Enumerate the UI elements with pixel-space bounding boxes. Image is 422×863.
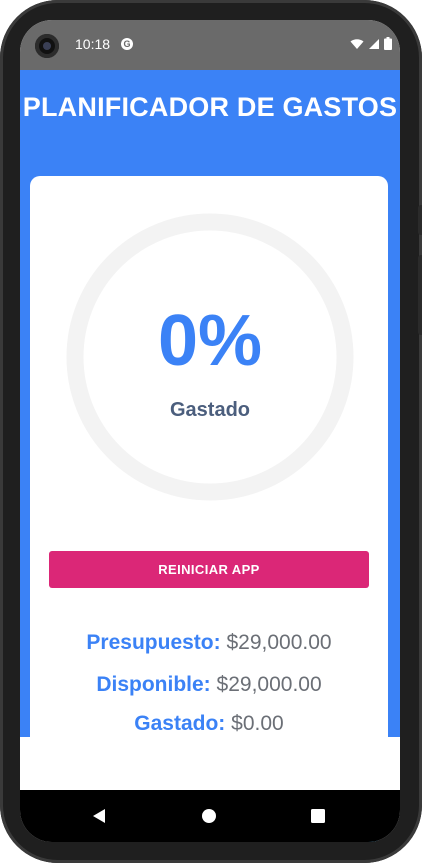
phone-frame: 10:18 G PLANIFICADOR DE GASTOS 0% Gastad… — [0, 0, 422, 863]
back-button[interactable] — [87, 804, 111, 828]
status-icons — [350, 37, 392, 50]
recents-icon — [311, 809, 325, 823]
status-time: 10:18 — [75, 36, 111, 52]
home-button[interactable] — [197, 804, 221, 828]
home-icon — [202, 809, 216, 823]
available-value: $29,000.00 — [216, 673, 322, 696]
available-row: Disponible: $29,000.00 — [30, 673, 388, 697]
progress-caption: Gastado — [169, 399, 251, 421]
progress-percentage: 0% — [157, 301, 263, 381]
status-bar: 10:18 G — [20, 20, 400, 70]
budget-row: Presupuesto: $29,000.00 — [30, 631, 388, 655]
volume-button — [418, 205, 422, 235]
signal-icon — [369, 38, 379, 49]
budget-card: 0% Gastado REINICIAR APP Presupuesto: $2… — [30, 176, 388, 842]
budget-value: $29,000.00 — [226, 631, 332, 654]
app-content: PLANIFICADOR DE GASTOS 0% Gastado REINIC… — [20, 70, 400, 842]
page-title: PLANIFICADOR DE GASTOS — [22, 92, 398, 122]
camera-icon — [35, 34, 59, 58]
back-icon — [93, 809, 105, 823]
wifi-icon — [350, 38, 364, 49]
power-button — [418, 255, 422, 335]
battery-icon — [384, 37, 392, 50]
spent-row: Gastado: $0.00 — [30, 712, 388, 736]
progress-circle: 0% Gastado — [66, 213, 354, 501]
available-label: Disponible: — [96, 673, 211, 696]
spent-label: Gastado: — [134, 712, 226, 735]
notification-app-icon: G — [121, 38, 133, 50]
budget-label: Presupuesto: — [86, 631, 221, 654]
reset-app-button[interactable]: REINICIAR APP — [49, 551, 369, 588]
spent-value: $0.00 — [231, 712, 284, 735]
recents-button[interactable] — [306, 804, 330, 828]
screen: 10:18 G PLANIFICADOR DE GASTOS 0% Gastad… — [20, 20, 400, 842]
navigation-bar — [20, 790, 400, 842]
